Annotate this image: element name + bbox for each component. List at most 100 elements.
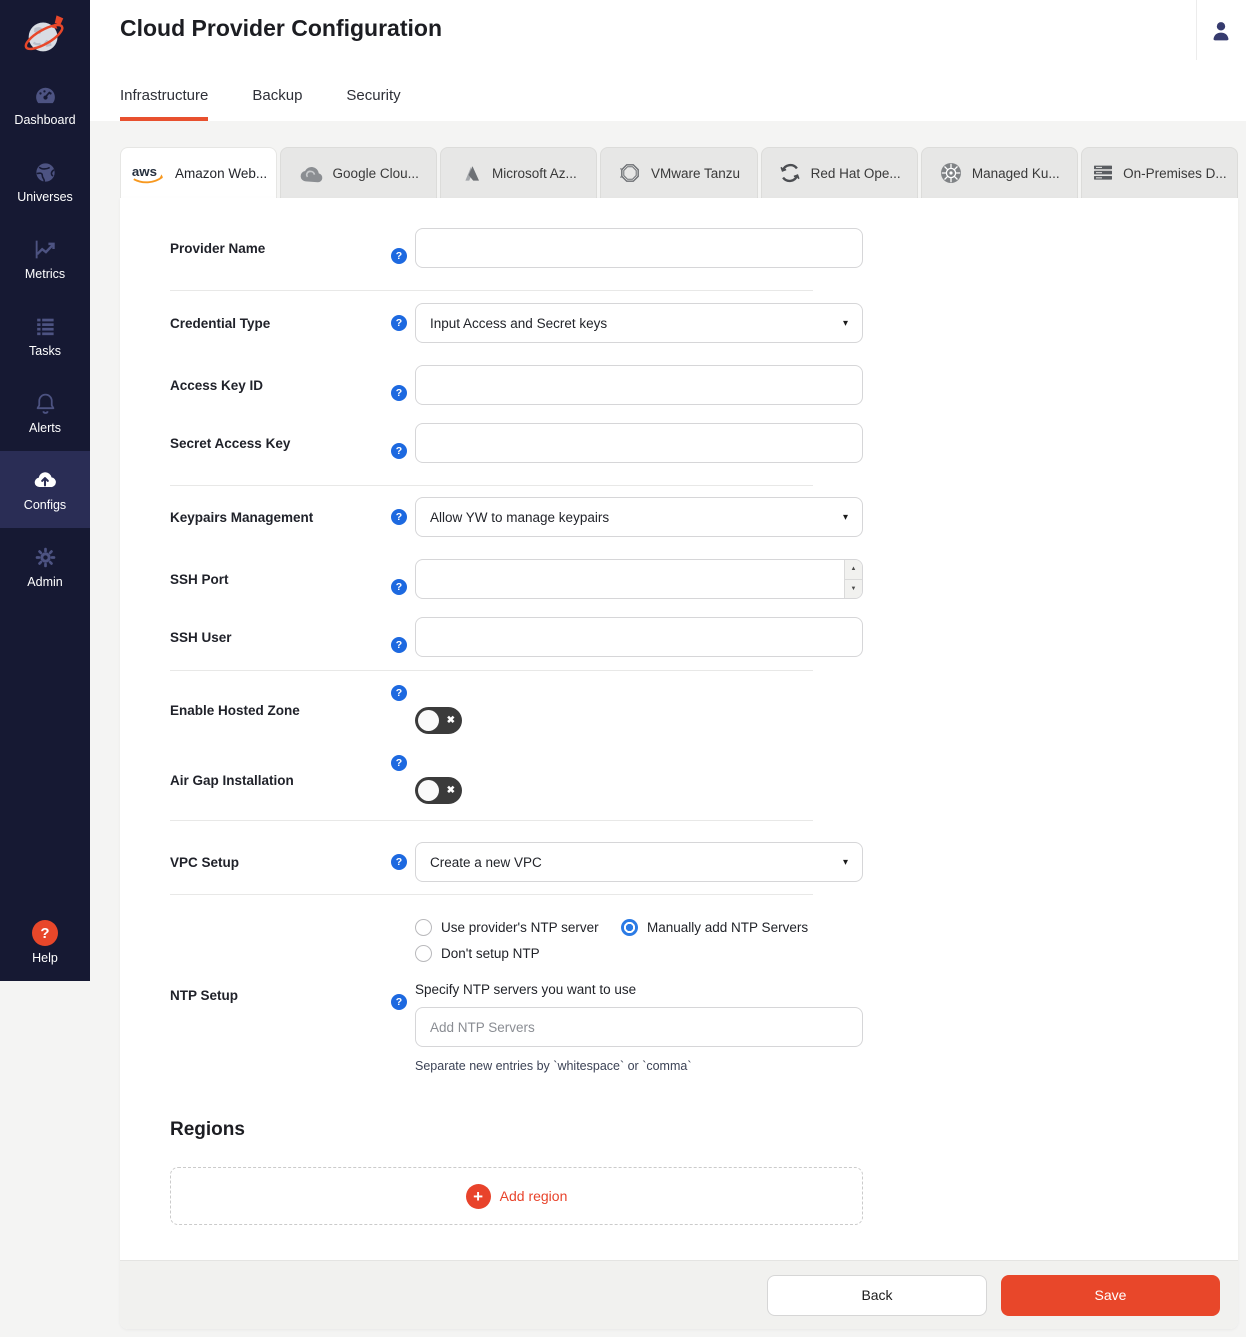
- stepper-down-icon[interactable]: ▼: [845, 580, 862, 599]
- back-button[interactable]: Back: [767, 1275, 987, 1316]
- help-icon[interactable]: ?: [391, 854, 407, 870]
- ntp-option-provider[interactable]: Use provider's NTP server: [415, 919, 621, 936]
- airgap-label: Air Gap Installation: [170, 773, 391, 788]
- user-icon[interactable]: [1207, 17, 1235, 45]
- save-button[interactable]: Save: [1001, 1275, 1220, 1316]
- help-icon[interactable]: ?: [391, 315, 407, 331]
- provider-form: Provider Name ? Credential Type ? Input …: [120, 198, 813, 1225]
- provider-tab-label: On-Premises D...: [1123, 166, 1227, 181]
- tab-backup[interactable]: Backup: [252, 87, 302, 121]
- access-key-input[interactable]: [415, 365, 863, 405]
- sidebar-item-configs[interactable]: Configs: [0, 451, 90, 528]
- radio-selected-icon: [621, 919, 638, 936]
- ntp-row: NTP Setup ? Use provider's NTP server Ma…: [170, 917, 813, 1073]
- header-divider: [1196, 0, 1197, 60]
- help-icon[interactable]: ?: [391, 579, 407, 595]
- provider-name-input[interactable]: [415, 228, 863, 268]
- provider-tab-tanzu[interactable]: VMware Tanzu: [600, 147, 757, 198]
- credential-type-label: Credential Type: [170, 316, 391, 331]
- provider-tab-aws[interactable]: aws Amazon Web...: [120, 147, 277, 198]
- question-icon: ?: [32, 920, 58, 946]
- airgap-toggle[interactable]: ✖: [415, 777, 462, 804]
- hosted-zone-row: Enable Hosted Zone ? ✖: [170, 685, 813, 735]
- sidebar-item-label: Admin: [27, 575, 62, 589]
- provider-name-label: Provider Name: [170, 241, 391, 256]
- ssh-user-input[interactable]: [415, 617, 863, 657]
- sidebar-item-universes[interactable]: Universes: [0, 143, 90, 220]
- ssh-user-row: SSH User ?: [170, 617, 813, 657]
- provider-tab-azure[interactable]: Microsoft Az...: [440, 147, 597, 198]
- ntp-option-none[interactable]: Don't setup NTP: [415, 945, 621, 962]
- provider-tabstrip: aws Amazon Web... Google Clou... Microso…: [120, 147, 1238, 198]
- sidebar-item-help[interactable]: ? Help: [32, 920, 58, 965]
- provider-tab-label: Microsoft Az...: [492, 166, 577, 181]
- vpc-select[interactable]: Create a new VPC ▾: [415, 842, 863, 882]
- provider-tab-kubernetes[interactable]: Managed Ku...: [921, 147, 1078, 198]
- chevron-down-icon: ▾: [843, 857, 848, 868]
- help-icon[interactable]: ?: [391, 385, 407, 401]
- tab-security[interactable]: Security: [346, 87, 400, 121]
- help-icon[interactable]: ?: [391, 994, 407, 1010]
- ntp-option-manual[interactable]: Manually add NTP Servers: [621, 919, 863, 936]
- provider-tab-gcp[interactable]: Google Clou...: [280, 147, 437, 198]
- toggle-knob: [418, 780, 439, 801]
- ntp-servers-input[interactable]: [415, 1007, 863, 1047]
- keypairs-select[interactable]: Allow YW to manage keypairs ▾: [415, 497, 863, 537]
- tab-infrastructure[interactable]: Infrastructure: [120, 87, 208, 121]
- tanzu-icon: [618, 161, 642, 185]
- globe-icon: [33, 160, 58, 185]
- help-icon[interactable]: ?: [391, 685, 407, 701]
- stepper-up-icon[interactable]: ▲: [845, 560, 862, 580]
- ssh-port-label: SSH Port: [170, 572, 391, 587]
- divider: [170, 670, 813, 671]
- radio-icon: [415, 945, 432, 962]
- hosted-zone-toggle[interactable]: ✖: [415, 707, 462, 734]
- ntp-specify-label: Specify NTP servers you want to use: [415, 982, 863, 997]
- bell-icon: [33, 391, 58, 416]
- ssh-port-row: SSH Port ? ▲ ▼: [170, 559, 813, 599]
- yugabyte-logo[interactable]: [20, 0, 70, 66]
- sidebar-item-admin[interactable]: Admin: [0, 528, 90, 605]
- radio-icon: [415, 919, 432, 936]
- sidebar-item-metrics[interactable]: Metrics: [0, 220, 90, 297]
- help-icon[interactable]: ?: [391, 509, 407, 525]
- help-icon[interactable]: ?: [391, 637, 407, 653]
- provider-tab-label: Managed Ku...: [972, 166, 1060, 181]
- sidebar-item-tasks[interactable]: Tasks: [0, 297, 90, 374]
- toggle-off-x-icon: ✖: [447, 777, 455, 804]
- secret-key-label: Secret Access Key: [170, 436, 391, 451]
- sidebar-item-label: Universes: [17, 190, 73, 204]
- provider-tab-label: Amazon Web...: [175, 166, 267, 181]
- divider: [170, 290, 813, 291]
- sidebar-item-alerts[interactable]: Alerts: [0, 374, 90, 451]
- gear-icon: [33, 545, 58, 570]
- keypairs-label: Keypairs Management: [170, 510, 391, 525]
- ntp-label: NTP Setup: [170, 988, 391, 1003]
- sidebar-item-label: Tasks: [29, 344, 61, 358]
- sidebar-item-label: Dashboard: [14, 113, 75, 127]
- page-title: Cloud Provider Configuration: [120, 15, 442, 42]
- top-tabs: Infrastructure Backup Security: [120, 87, 401, 121]
- airgap-row: Air Gap Installation ? ✖: [170, 755, 813, 805]
- keypairs-row: Keypairs Management ? Allow YW to manage…: [170, 497, 813, 537]
- provider-tab-onprem[interactable]: On-Premises D...: [1081, 147, 1238, 198]
- credential-type-select[interactable]: Input Access and Secret keys ▾: [415, 303, 863, 343]
- add-region-button[interactable]: + Add region: [170, 1167, 863, 1225]
- help-icon[interactable]: ?: [391, 248, 407, 264]
- sidebar: Dashboard Universes Metrics: [0, 0, 90, 981]
- help-icon[interactable]: ?: [391, 443, 407, 459]
- help-icon[interactable]: ?: [391, 755, 407, 771]
- secret-key-input[interactable]: [415, 423, 863, 463]
- provider-tab-openshift[interactable]: Red Hat Ope...: [761, 147, 918, 198]
- sidebar-item-label: Metrics: [25, 267, 65, 281]
- provider-tab-label: Google Clou...: [333, 166, 419, 181]
- provider-tab-label: Red Hat Ope...: [811, 166, 901, 181]
- divider: [170, 485, 813, 486]
- provider-tab-label: VMware Tanzu: [651, 166, 740, 181]
- sidebar-item-dashboard[interactable]: Dashboard: [0, 66, 90, 143]
- access-key-label: Access Key ID: [170, 378, 391, 393]
- ssh-port-input[interactable]: [415, 559, 863, 599]
- header: Cloud Provider Configuration Infrastruct…: [90, 0, 1246, 121]
- ntp-helper-text: Separate new entries by `whitespace` or …: [415, 1059, 863, 1073]
- access-key-row: Access Key ID ?: [170, 365, 813, 405]
